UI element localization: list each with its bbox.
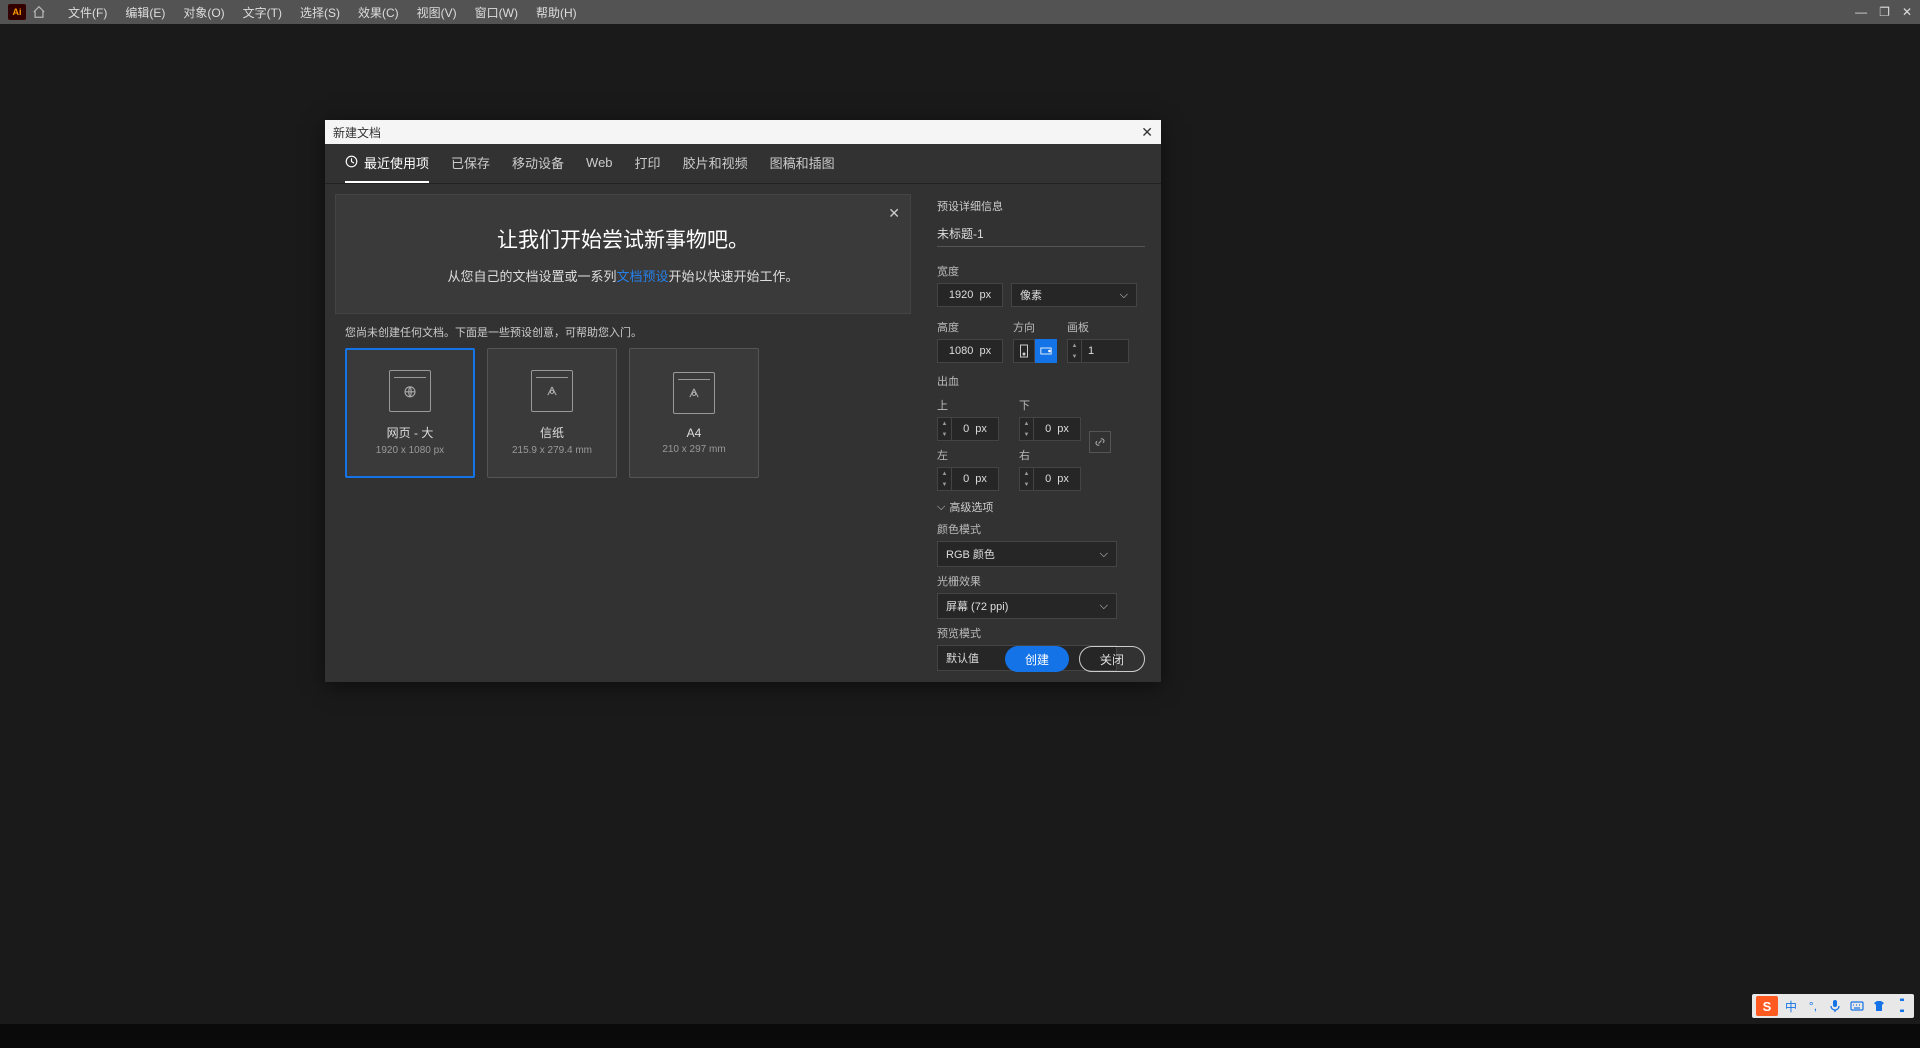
orientation-label: 方向: [1013, 319, 1057, 335]
bleed-left-stepper[interactable]: ▲▼: [937, 467, 999, 491]
taskbar: [0, 1024, 1920, 1048]
width-input[interactable]: [937, 283, 1003, 307]
chevron-down-icon: ⌵: [937, 501, 945, 514]
ime-lang[interactable]: 中: [1782, 997, 1800, 1015]
menu-effect[interactable]: 效果(C): [350, 2, 407, 23]
color-mode-label: 颜色模式: [937, 521, 1145, 537]
home-icon[interactable]: [32, 5, 46, 19]
orientation-portrait[interactable]: [1013, 339, 1035, 363]
menu-file[interactable]: 文件(F): [60, 2, 115, 23]
menu-select[interactable]: 选择(S): [292, 2, 348, 23]
tab-print[interactable]: 打印: [635, 144, 661, 183]
panel-title: 预设详细信息: [937, 198, 1145, 214]
close-window-button[interactable]: ✕: [1902, 5, 1912, 19]
a4-icon: [673, 372, 715, 414]
presets-pane: ✕ 让我们开始尝试新事物吧。 从您自己的文档设置或一系列文档预设开始以快速开始工…: [325, 184, 921, 682]
orientation-landscape[interactable]: [1035, 339, 1057, 363]
menu-view[interactable]: 视图(V): [409, 2, 465, 23]
preview-mode-label: 预览模式: [937, 625, 1145, 641]
maximize-button[interactable]: ❐: [1879, 5, 1890, 19]
bleed-bottom-input[interactable]: [1033, 417, 1081, 441]
menu-type[interactable]: 文字(T): [235, 2, 290, 23]
tab-art[interactable]: 图稿和插图: [770, 144, 835, 183]
chevron-down-icon: ⌵: [1100, 600, 1108, 613]
dialog-titlebar: 新建文档 ✕: [325, 120, 1161, 144]
chevron-down-icon: ⌵: [1120, 289, 1128, 302]
bleed-top-stepper[interactable]: ▲▼: [937, 417, 999, 441]
dialog-tabs: 最近使用项 已保存 移动设备 Web 打印 胶片和视频 图稿和插图: [325, 144, 1161, 184]
tab-saved[interactable]: 已保存: [451, 144, 490, 183]
height-input[interactable]: [937, 339, 1003, 363]
menu-help[interactable]: 帮助(H): [528, 2, 585, 23]
chevron-down-icon: ⌵: [1100, 548, 1108, 561]
preset-letter[interactable]: 信纸 215.9 x 279.4 mm: [487, 348, 617, 478]
tab-recent-label: 最近使用项: [364, 153, 429, 172]
bleed-bottom-label: 下: [1019, 397, 1081, 413]
bleed-right-label: 右: [1019, 447, 1081, 463]
raster-effects-select[interactable]: 屏幕 (72 ppi)⌵: [937, 593, 1117, 619]
hero-banner: ✕ 让我们开始尝试新事物吧。 从您自己的文档设置或一系列文档预设开始以快速开始工…: [335, 194, 911, 314]
artboards-label: 画板: [1067, 319, 1129, 335]
unit-select[interactable]: 像素 ⌵: [1011, 283, 1137, 307]
clock-icon: [345, 155, 358, 171]
create-button[interactable]: 创建: [1005, 646, 1069, 672]
hero-close-button[interactable]: ✕: [888, 205, 900, 222]
link-bleed-button[interactable]: [1089, 431, 1111, 453]
ime-more-icon[interactable]: ▪▪▪▪: [1892, 997, 1910, 1015]
bleed-right-input[interactable]: [1033, 467, 1081, 491]
bleed-bottom-stepper[interactable]: ▲▼: [1019, 417, 1081, 441]
artboards-input[interactable]: [1081, 339, 1129, 363]
presets-hint: 您尚未创建任何文档。下面是一些预设创意，可帮助您入门。: [345, 324, 901, 340]
color-mode-select[interactable]: RGB 颜色⌵: [937, 541, 1117, 567]
height-label: 高度: [937, 319, 1003, 335]
details-pane: 预设详细信息 宽度 像素 ⌵ 高度 方向: [921, 184, 1161, 682]
bleed-left-label: 左: [937, 447, 999, 463]
raster-effects-label: 光栅效果: [937, 573, 1145, 589]
tab-web[interactable]: Web: [586, 144, 613, 183]
menu-edit[interactable]: 编辑(E): [117, 2, 173, 23]
document-name-input[interactable]: [937, 222, 1145, 247]
tab-recent[interactable]: 最近使用项: [345, 144, 429, 183]
ime-tray[interactable]: S 中 °, ▪▪▪▪: [1752, 994, 1914, 1018]
artboards-stepper[interactable]: ▲▼: [1067, 339, 1129, 363]
tab-mobile[interactable]: 移动设备: [512, 144, 564, 183]
bleed-left-input[interactable]: [951, 467, 999, 491]
ime-punct-icon[interactable]: °,: [1804, 997, 1822, 1015]
tab-film[interactable]: 胶片和视频: [683, 144, 748, 183]
preset-title: 信纸: [540, 424, 564, 441]
ime-mic-icon[interactable]: [1826, 997, 1844, 1015]
ime-skin-icon[interactable]: [1870, 997, 1888, 1015]
bleed-top-label: 上: [937, 397, 999, 413]
hero-presets-link[interactable]: 文档预设: [616, 269, 668, 284]
preset-dimensions: 215.9 x 279.4 mm: [512, 445, 592, 456]
close-button[interactable]: 关闭: [1079, 646, 1145, 672]
bleed-right-stepper[interactable]: ▲▼: [1019, 467, 1081, 491]
hero-subtitle: 从您自己的文档设置或一系列文档预设开始以快速开始工作。: [447, 266, 798, 285]
menu-window[interactable]: 窗口(W): [467, 2, 526, 23]
bleed-section-label: 出血: [937, 373, 1145, 389]
web-icon: [389, 370, 431, 412]
width-label: 宽度: [937, 263, 1145, 279]
ime-sogou-icon[interactable]: S: [1756, 996, 1778, 1016]
app-logo: Ai: [8, 4, 26, 20]
dialog-title: 新建文档: [333, 124, 381, 141]
new-document-dialog: 新建文档 ✕ 最近使用项 已保存 移动设备 Web 打印 胶片和视频 图稿和插图…: [325, 120, 1161, 682]
preset-web-large[interactable]: 网页 - 大 1920 x 1080 px: [345, 348, 475, 478]
preset-title: 网页 - 大: [387, 424, 434, 441]
preset-a4[interactable]: A4 210 x 297 mm: [629, 348, 759, 478]
dialog-close-button[interactable]: ✕: [1141, 124, 1153, 141]
preset-title: A4: [687, 426, 702, 440]
advanced-options-toggle[interactable]: ⌵ 高级选项: [937, 499, 1145, 515]
letter-icon: [531, 370, 573, 412]
bleed-top-input[interactable]: [951, 417, 999, 441]
preset-dimensions: 210 x 297 mm: [662, 444, 725, 455]
link-icon: [1094, 436, 1106, 448]
minimize-button[interactable]: —: [1855, 5, 1867, 19]
preset-dimensions: 1920 x 1080 px: [376, 445, 444, 456]
ime-keyboard-icon[interactable]: [1848, 997, 1866, 1015]
hero-title: 让我们开始尝试新事物吧。: [497, 224, 749, 254]
menu-bar: Ai 文件(F) 编辑(E) 对象(O) 文字(T) 选择(S) 效果(C) 视…: [0, 0, 1920, 24]
menu-object[interactable]: 对象(O): [175, 2, 232, 23]
